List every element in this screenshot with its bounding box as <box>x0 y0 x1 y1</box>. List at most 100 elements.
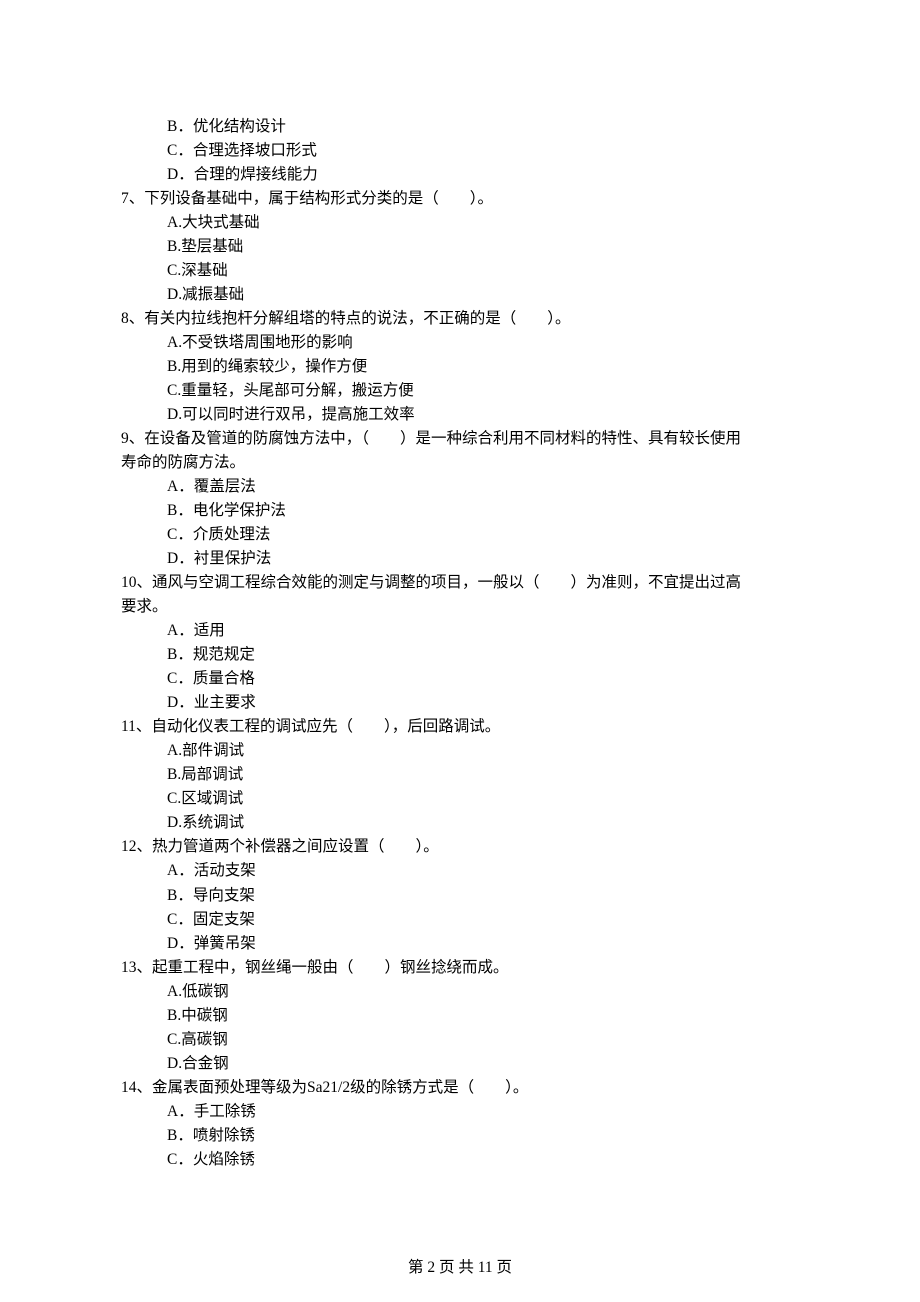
question-text: 通风与空调工程综合效能的测定与调整的项目，一般以（ ）为准则，不宜提出过高 <box>152 574 741 591</box>
option-text: 适用 <box>194 622 225 639</box>
question-number: 13、 <box>121 959 152 976</box>
option-text: 电化学保护法 <box>193 502 286 519</box>
question-text: 自动化仪表工程的调试应先（ ），后回路调试。 <box>151 718 500 735</box>
option-text: 合理的焊接线能力 <box>194 166 318 183</box>
option-row: A.大块式基础 <box>121 211 799 235</box>
option-label: C. <box>167 1031 181 1048</box>
option-label: D. <box>167 1055 182 1072</box>
option-row: A．覆盖层法 <box>121 475 799 499</box>
option-row: D.减振基础 <box>121 283 799 307</box>
option-text: 合金钢 <box>182 1055 229 1072</box>
question-number: 9、 <box>121 430 144 447</box>
document-page: B．优化结构设计 C．合理选择坡口形式 D．合理的焊接线能力 7、下列设备基础中… <box>0 0 920 1262</box>
option-label: C． <box>167 911 193 928</box>
option-text: 低碳钢 <box>182 983 229 1000</box>
option-row: B．导向支架 <box>121 884 799 908</box>
option-label: C． <box>167 526 193 543</box>
option-row: A．适用 <box>121 619 799 643</box>
option-label: D. <box>167 286 182 303</box>
option-row: D.系统调试 <box>121 811 799 835</box>
option-label: B． <box>167 1127 193 1144</box>
option-text: 喷射除锈 <box>193 1127 255 1144</box>
option-label: D. <box>167 814 182 831</box>
question-text: 起重工程中，钢丝绳一般由（ ）钢丝捻绕而成。 <box>152 959 509 976</box>
option-text: 质量合格 <box>193 670 255 687</box>
option-label: D． <box>167 694 194 711</box>
question-stem: 9、在设备及管道的防腐蚀方法中，（ ）是一种综合利用不同材料的特性、具有较长使用 <box>121 427 799 451</box>
option-row: D．业主要求 <box>121 691 799 715</box>
question-stem-cont: 要求。 <box>121 595 799 619</box>
option-text: 弹簧吊架 <box>194 935 256 952</box>
option-row: B.局部调试 <box>121 763 799 787</box>
option-row: D．合理的焊接线能力 <box>121 163 799 187</box>
option-text: 火焰除锈 <box>193 1151 255 1168</box>
option-label: C. <box>167 382 181 399</box>
option-row: C.高碳钢 <box>121 1028 799 1052</box>
option-label: D． <box>167 166 194 183</box>
question-stem-cont: 寿命的防腐方法。 <box>121 451 799 475</box>
option-text: 活动支架 <box>194 862 256 879</box>
option-label: D. <box>167 406 182 423</box>
question-text: 有关内拉线抱杆分解组塔的特点的说法，不正确的是（ ）。 <box>144 310 570 327</box>
question-number: 14、 <box>121 1079 152 1096</box>
option-row: B.垫层基础 <box>121 235 799 259</box>
question-stem: 10、通风与空调工程综合效能的测定与调整的项目，一般以（ ）为准则，不宜提出过高 <box>121 571 799 595</box>
option-row: D．弹簧吊架 <box>121 932 799 956</box>
option-row: C．固定支架 <box>121 908 799 932</box>
question-number: 10、 <box>121 574 152 591</box>
option-row: A.不受铁塔周围地形的影响 <box>121 331 799 355</box>
option-label: A. <box>167 742 182 759</box>
question-stem: 11、自动化仪表工程的调试应先（ ），后回路调试。 <box>121 715 799 739</box>
option-text: 高碳钢 <box>181 1031 228 1048</box>
option-row: C．介质处理法 <box>121 523 799 547</box>
option-label: B. <box>167 358 181 375</box>
option-label: A. <box>167 334 182 351</box>
option-row: C．火焰除锈 <box>121 1148 799 1172</box>
option-row: A.低碳钢 <box>121 980 799 1004</box>
option-text: 可以同时进行双吊，提高施工效率 <box>182 406 415 423</box>
option-label: A． <box>167 862 194 879</box>
option-label: A. <box>167 214 182 231</box>
option-row: D.可以同时进行双吊，提高施工效率 <box>121 403 799 427</box>
option-text: 垫层基础 <box>181 238 243 255</box>
question-text: 在设备及管道的防腐蚀方法中，（ ）是一种综合利用不同材料的特性、具有较长使用 <box>144 430 741 447</box>
option-text: 业主要求 <box>194 694 256 711</box>
option-label: B． <box>167 502 193 519</box>
option-text: 区域调试 <box>181 790 243 807</box>
option-label: B． <box>167 646 193 663</box>
option-row: B.中碳钢 <box>121 1004 799 1028</box>
option-text: 固定支架 <box>193 911 255 928</box>
option-text: 系统调试 <box>182 814 244 831</box>
option-label: A． <box>167 1103 194 1120</box>
option-label: A． <box>167 478 194 495</box>
option-row: B．喷射除锈 <box>121 1124 799 1148</box>
question-stem: 8、有关内拉线抱杆分解组塔的特点的说法，不正确的是（ ）。 <box>121 307 799 331</box>
option-row: B．电化学保护法 <box>121 499 799 523</box>
option-text: 大块式基础 <box>182 214 260 231</box>
question-text: 热力管道两个补偿器之间应设置（ ）。 <box>152 838 439 855</box>
question-stem: 12、热力管道两个补偿器之间应设置（ ）。 <box>121 835 799 859</box>
option-row: C．合理选择坡口形式 <box>121 139 799 163</box>
question-text: 金属表面预处理等级为Sa21/2级的除锈方式是（ ）。 <box>152 1079 528 1096</box>
question-number: 7、 <box>121 190 144 207</box>
option-label: D． <box>167 935 194 952</box>
option-row: B.用到的绳索较少，操作方便 <box>121 355 799 379</box>
option-label: D． <box>167 550 194 567</box>
option-text: 合理选择坡口形式 <box>193 142 317 159</box>
option-row: D．衬里保护法 <box>121 547 799 571</box>
option-label: C． <box>167 1151 193 1168</box>
option-label: B． <box>167 118 193 135</box>
question-number: 12、 <box>121 838 152 855</box>
page-footer: 第 2 页 共 11 页 <box>0 1256 920 1280</box>
option-label: B. <box>167 766 181 783</box>
question-number: 11、 <box>121 718 151 735</box>
option-text: 深基础 <box>181 262 228 279</box>
option-text: 重量轻，头尾部可分解，搬运方便 <box>181 382 414 399</box>
option-row: C.区域调试 <box>121 787 799 811</box>
option-label: B. <box>167 1007 181 1024</box>
option-text: 覆盖层法 <box>194 478 256 495</box>
question-stem: 14、金属表面预处理等级为Sa21/2级的除锈方式是（ ）。 <box>121 1076 799 1100</box>
option-label: B. <box>167 238 181 255</box>
option-text: 部件调试 <box>182 742 244 759</box>
option-row: C.深基础 <box>121 259 799 283</box>
